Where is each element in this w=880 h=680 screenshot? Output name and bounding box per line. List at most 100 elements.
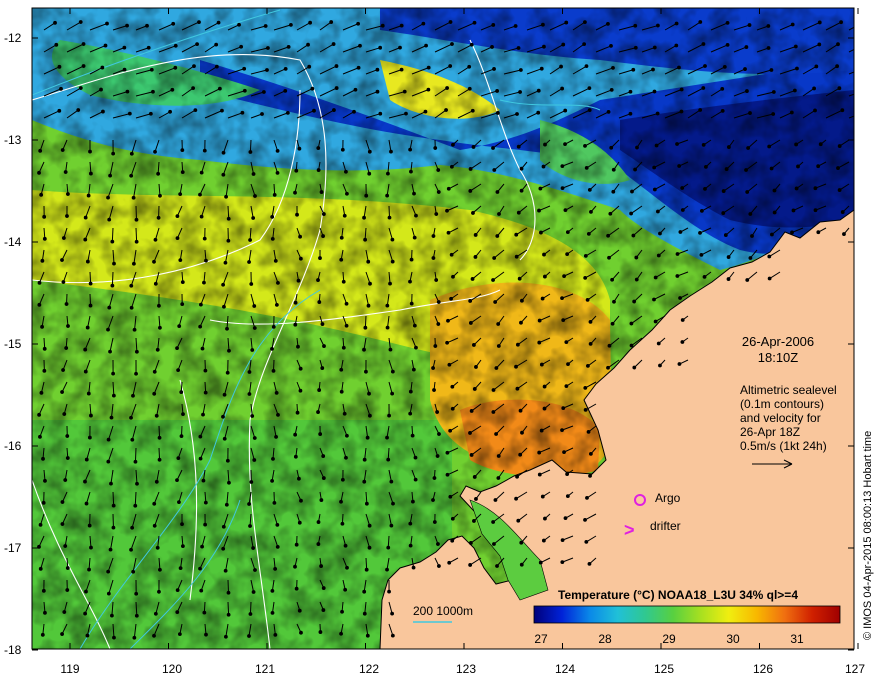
velocity-arrow-head <box>63 170 68 174</box>
velocity-arrow-head <box>271 324 276 329</box>
velocity-arrow-head <box>513 24 518 28</box>
velocity-arrow-head <box>542 274 547 279</box>
velocity-arrow-head <box>342 213 347 218</box>
velocity-arrow-head <box>380 23 385 28</box>
velocity-arrow-head <box>200 346 205 351</box>
velocity-arrow-head <box>298 256 303 261</box>
velocity-arrow-head <box>331 42 336 46</box>
velocity-arrow-head <box>293 454 298 459</box>
velocity-arrow-head <box>297 520 302 525</box>
velocity-arrow-head <box>367 545 372 550</box>
velocity-arrow-head <box>83 479 87 484</box>
velocity-arrow-head <box>198 192 202 197</box>
velocity-arrow-head <box>385 325 390 330</box>
velocity-arrow-head <box>306 42 310 47</box>
velocity-arrow-head <box>744 45 749 49</box>
velocity-arrow-head <box>180 148 185 153</box>
velocity-arrow-head <box>134 371 138 376</box>
velocity-arrow-head <box>790 22 795 27</box>
velocity-arrow-head <box>60 390 64 394</box>
velocity-arrow-head <box>408 543 413 548</box>
velocity-arrow-head <box>399 67 404 72</box>
velocity-arrow-head <box>632 299 637 304</box>
velocity-arrow-head <box>586 364 590 368</box>
velocity-arrow-head <box>583 144 587 148</box>
velocity-arrow-head <box>276 280 280 285</box>
velocity-arrow-head <box>38 148 43 153</box>
velocity-arrow-head <box>436 322 441 326</box>
velocity-arrow-head <box>433 344 438 348</box>
velocity-arrow-head <box>389 149 393 154</box>
velocity-arrow <box>111 227 114 242</box>
velocity-arrow-head <box>675 274 680 278</box>
velocity-arrow-head <box>363 325 368 330</box>
velocity-arrow-head <box>251 546 256 550</box>
velocity-arrow-head <box>134 217 139 222</box>
velocity-arrow-head <box>153 149 157 154</box>
velocity-arrow-head <box>836 166 840 170</box>
velocity-arrow-head <box>467 86 472 91</box>
velocity-arrow-head <box>367 523 372 528</box>
velocity-arrow-head <box>652 45 657 50</box>
velocity-arrow-head <box>134 591 139 596</box>
velocity-arrow-head <box>390 391 395 396</box>
velocity-arrow-head <box>837 86 842 91</box>
velocity-arrow-head <box>38 566 43 571</box>
velocity-arrow-head <box>633 45 638 50</box>
velocity-arrow-head <box>158 325 162 330</box>
velocity-arrow-head <box>655 23 660 28</box>
velocity-arrow-head <box>132 261 136 266</box>
argo-label: Argo <box>655 491 681 505</box>
velocity-arrow-head <box>224 502 229 507</box>
velocity-arrow-head <box>283 66 288 71</box>
velocity-arrow-head <box>840 108 845 113</box>
velocity-arrow-head <box>413 477 418 482</box>
velocity-arrow-head <box>582 42 587 47</box>
velocity-arrow-head <box>341 345 346 350</box>
velocity-arrow-head <box>790 230 794 235</box>
velocity-arrow-head <box>63 544 68 548</box>
velocity-arrow-head <box>132 635 137 640</box>
velocity-arrow-head <box>495 190 500 194</box>
velocity-arrow-head <box>769 166 774 171</box>
velocity-arrow-head <box>652 297 656 302</box>
velocity-arrow-head <box>180 522 184 527</box>
velocity-arrow-head <box>60 632 64 636</box>
velocity-arrow-head <box>411 565 416 570</box>
lat-label: -14 <box>4 235 22 249</box>
velocity-arrow-head <box>153 237 158 242</box>
velocity-arrow-head <box>223 634 228 639</box>
velocity-arrow-head <box>537 450 542 455</box>
velocity-arrow-head <box>295 212 299 217</box>
velocity-arrow-head <box>133 503 138 508</box>
velocity-arrow-head <box>38 522 43 527</box>
velocity-arrow-head <box>270 346 274 351</box>
velocity-arrow-head <box>180 302 185 307</box>
velocity-arrow-head <box>134 349 139 354</box>
velocity-arrow-head <box>628 89 633 94</box>
velocity-arrow-head <box>408 521 413 526</box>
velocity-arrow-head <box>516 210 521 215</box>
velocity-arrow-head <box>247 392 252 396</box>
velocity-arrow-head <box>154 413 159 418</box>
velocity-arrow-head <box>655 209 660 214</box>
velocity-arrow-head <box>472 519 476 523</box>
velocity-arrow-head <box>680 340 685 344</box>
velocity-arrow-head <box>293 300 298 305</box>
velocity-arrow-head <box>721 211 726 215</box>
lat-label: -15 <box>4 337 22 351</box>
velocity-arrow-head <box>414 345 418 350</box>
velocity-arrow-head <box>111 393 116 398</box>
velocity-arrow-head <box>61 280 66 284</box>
velocity-arrow-head <box>492 168 497 172</box>
velocity-arrow-head <box>560 86 565 91</box>
velocity-arrow-head <box>364 193 369 198</box>
velocity-arrow-head <box>37 280 42 285</box>
velocity-arrow-head <box>61 236 66 240</box>
velocity-arrow-head <box>356 21 361 26</box>
velocity-arrow-head <box>298 388 303 393</box>
velocity-arrow-head <box>515 342 520 347</box>
velocity-arrow-head <box>155 545 160 550</box>
velocity-arrow-head <box>492 67 496 71</box>
velocity-arrow-head <box>720 87 725 91</box>
